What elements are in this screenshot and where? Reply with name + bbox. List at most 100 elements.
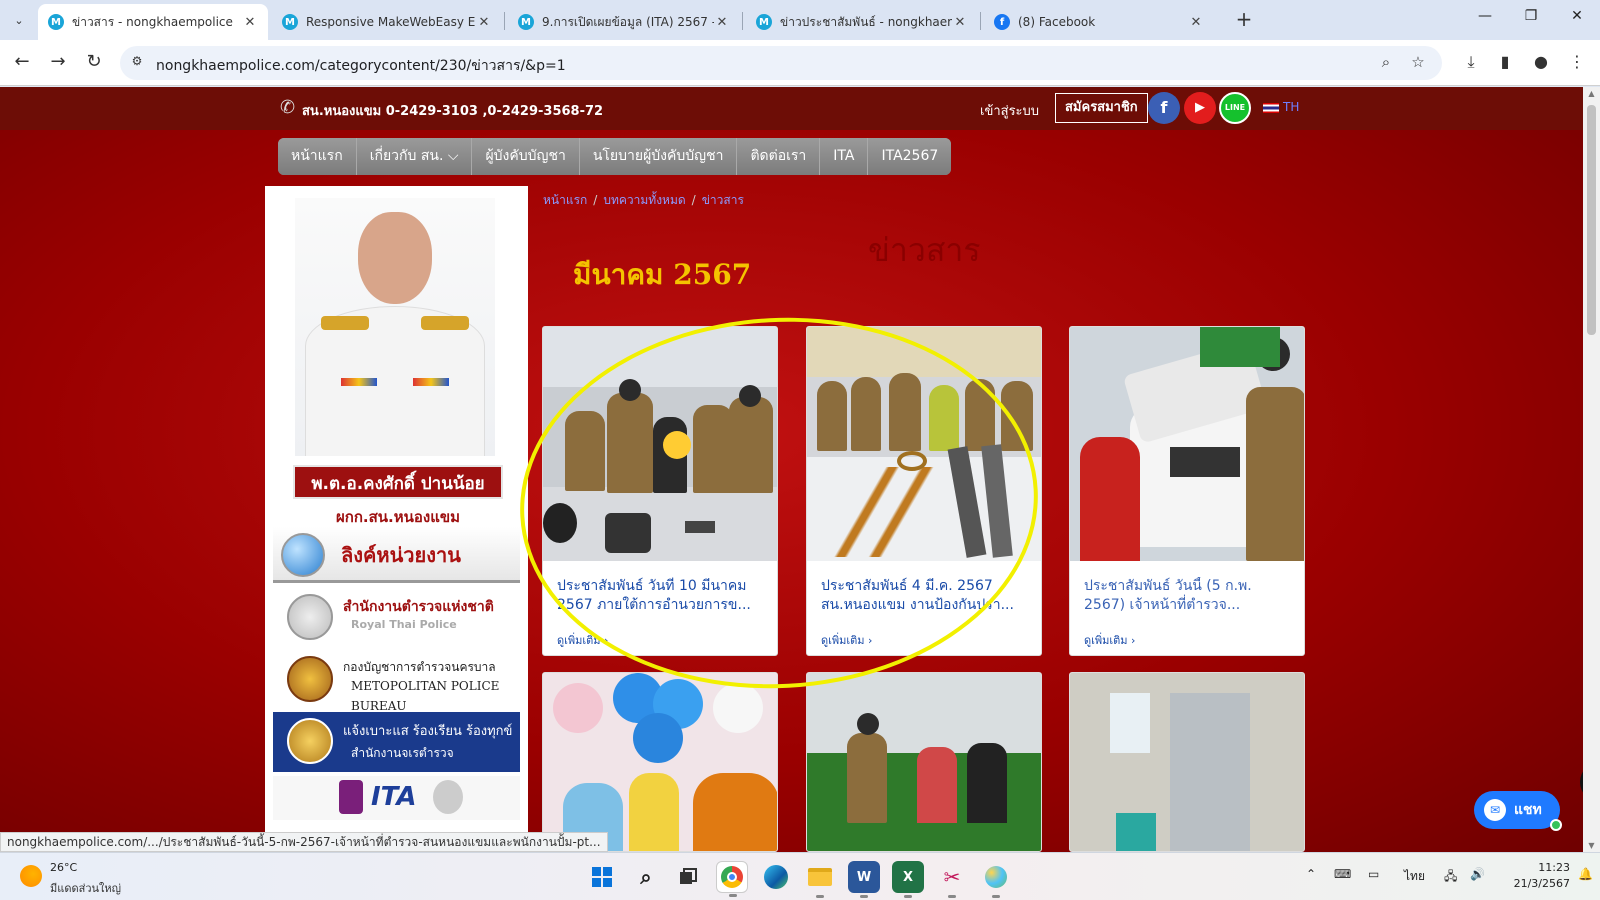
edge-icon[interactable]	[760, 861, 792, 893]
task-view-icon[interactable]	[672, 861, 704, 893]
nav-commanders[interactable]: ผู้บังคับบัญชา	[472, 138, 580, 175]
bookmark-star-icon[interactable]: ☆	[1408, 53, 1428, 73]
notification-bell-icon[interactable]: 🔔	[1578, 867, 1593, 881]
news-card-title[interactable]: ประชาสัมพันธ์ 4 มี.ค. 2567 สน.หนองแขม งา…	[821, 577, 1029, 617]
browser-tab-makewebeasy[interactable]: M Responsive MakeWebEasy Engi ✕	[272, 4, 502, 40]
close-icon[interactable]: ✕	[1188, 15, 1204, 30]
link-ita[interactable]: ITA	[273, 776, 520, 820]
browser-tab-facebook[interactable]: f (8) Facebook ✕	[984, 4, 1214, 40]
register-button[interactable]: สมัครสมาชิก	[1055, 93, 1148, 123]
file-explorer-icon[interactable]	[804, 861, 836, 898]
breadcrumb-home[interactable]: หน้าแรก	[543, 193, 587, 207]
tab-divider	[504, 12, 505, 30]
menu-kebab-icon[interactable]: ⋮	[1566, 52, 1588, 74]
restore-icon[interactable]: ❐	[1516, 8, 1546, 32]
sidebar: พ.ต.อ.คงศักดิ์ ปานน้อย ผกก.สน.หนองแขม ลิ…	[265, 186, 528, 852]
browser-tab-pr-news[interactable]: M ข่าวประชาสัมพันธ์ - nongkhaemp ✕	[746, 4, 978, 40]
download-icon[interactable]: ⤓	[1460, 52, 1482, 74]
nav-policy[interactable]: นโยบายผู้บังคับบัญชา	[579, 138, 738, 175]
nav-home[interactable]: หน้าแรก	[278, 138, 357, 175]
nav-contact[interactable]: ติดต่อเรา	[737, 138, 821, 175]
unit-subname: สำนักงานจเรตำรวจ	[351, 746, 454, 760]
weather-description[interactable]: มีแดดส่วนใหญ่	[50, 879, 121, 897]
close-icon[interactable]: ✕	[952, 15, 968, 30]
search-icon[interactable]: ⌕	[630, 861, 662, 893]
close-icon[interactable]: ✕	[476, 15, 492, 30]
phone-number: สน.หนองแขม 0-2429-3103 ,0-2429-3568-72	[302, 104, 604, 119]
read-more-link[interactable]: ดูเพิ่มเติม ›	[557, 631, 608, 649]
excel-icon[interactable]: X	[892, 861, 924, 898]
weather-temperature[interactable]: 26°C	[50, 861, 77, 874]
news-card[interactable]	[1069, 672, 1305, 852]
keyboard-icon[interactable]: ⌨	[1334, 867, 1351, 881]
chevron-up-icon[interactable]: ⌃	[1306, 867, 1316, 881]
line-icon[interactable]: LINE	[1219, 92, 1251, 124]
taskbar-clock[interactable]: 11:23 21/3/2567	[1500, 860, 1570, 892]
youtube-icon[interactable]: ▶	[1184, 92, 1216, 124]
read-more-link[interactable]: ดูเพิ่มเติม ›	[1084, 631, 1135, 649]
scroll-down-arrow-icon[interactable]: ▼	[1587, 841, 1596, 850]
paint-icon[interactable]	[980, 861, 1012, 898]
browser-tab-ita[interactable]: M 9.การเปิดเผยข้อมูล (ITA) 2567 - no ✕	[508, 4, 740, 40]
news-card-title[interactable]: ประชาสัมพันธ์ วันที่ 10 มีนาคม 2567 ภายใ…	[557, 577, 765, 617]
unit-links-banner: ลิงค์หน่วยงาน	[273, 527, 520, 583]
new-tab-button[interactable]: +	[1232, 8, 1256, 32]
login-link[interactable]: เข้าสู่ระบบ	[980, 100, 1039, 121]
reload-icon[interactable]: ↻	[82, 51, 106, 75]
minimize-icon[interactable]: —	[1470, 8, 1500, 32]
nav-about[interactable]: เกี่ยวกับ สน. ⌵	[356, 138, 473, 175]
medal-ribbon	[341, 378, 377, 386]
weather-sun-icon[interactable]	[20, 865, 42, 887]
medal-ribbon	[413, 378, 449, 386]
news-photo-greenhouse	[807, 673, 1041, 851]
forward-arrow-icon[interactable]: →	[46, 51, 70, 75]
language-switcher[interactable]: TH	[1263, 100, 1299, 114]
address-bar[interactable]: ⚙ nongkhaempolice.com/categorycontent/23…	[120, 46, 1442, 80]
network-icon[interactable]: 🖧	[1444, 867, 1457, 888]
windows-start-icon[interactable]	[586, 861, 618, 893]
input-language[interactable]: ไทย	[1404, 867, 1425, 886]
browser-tab-news[interactable]: M ข่าวสาร - nongkhaempolice ✕	[38, 4, 268, 40]
unit-name: สำนักงานตำรวจแห่งชาติ	[343, 599, 494, 615]
news-card[interactable]: ประชาสัมพันธ์ 4 มี.ค. 2567 สน.หนองแขม งา…	[806, 326, 1042, 656]
news-card[interactable]: ประชาสัมพันธ์ วันนี้ (5 ก.พ. 2567) เจ้าห…	[1069, 326, 1305, 656]
close-icon[interactable]: ✕	[714, 15, 730, 30]
page-scrollbar[interactable]: ▲ ▼	[1583, 87, 1600, 852]
news-card[interactable]: ประชาสัมพันธ์ วันที่ 10 มีนาคม 2567 ภายใ…	[542, 326, 778, 656]
commander-name: พ.ต.อ.คงศักดิ์ ปานน้อย	[293, 465, 503, 499]
side-panel-icon[interactable]: ▮	[1494, 52, 1516, 74]
main-navigation: หน้าแรก เกี่ยวกับ สน. ⌵ ผู้บังคับบัญชา น…	[278, 138, 952, 175]
breadcrumb-news[interactable]: ข่าวสาร	[702, 193, 744, 207]
back-arrow-icon[interactable]: ←	[10, 51, 34, 75]
display-icon[interactable]: ▭	[1368, 867, 1379, 881]
link-metropolitan-police[interactable]: กองบัญชาการตำรวจนครบาล METOPOLITAN POLIC…	[273, 650, 520, 713]
browser-toolbar: ← → ↻ ⚙ nongkhaempolice.com/categorycont…	[0, 40, 1600, 86]
breadcrumb-all-articles[interactable]: บทความทั้งหมด	[603, 193, 685, 207]
tab-title: 9.การเปิดเผยข้อมูล (ITA) 2567 - no	[542, 14, 714, 29]
url-text[interactable]: nongkhaempolice.com/categorycontent/230/…	[156, 55, 566, 77]
read-more-link[interactable]: ดูเพิ่มเติม ›	[821, 631, 872, 649]
site-info-icon[interactable]: ⚙	[128, 54, 146, 72]
nav-ita[interactable]: ITA	[820, 138, 869, 175]
profile-avatar-icon[interactable]: ●	[1530, 52, 1552, 74]
link-royal-thai-police[interactable]: สำนักงานตำรวจแห่งชาติ Royal Thai Police	[273, 588, 520, 648]
scrollbar-thumb[interactable]	[1587, 105, 1596, 335]
link-complaint-inspector[interactable]: แจ้งเบาะแส ร้องเรียน ร้องทุกข์ สำนักงานจ…	[273, 712, 520, 772]
word-icon[interactable]: W	[848, 861, 880, 898]
news-card[interactable]	[542, 672, 778, 852]
nav-ita2567[interactable]: ITA2567	[868, 138, 952, 175]
month-title: มีนาคม 2567	[573, 258, 752, 291]
snipping-tool-icon[interactable]: ✂	[936, 861, 968, 898]
window-close-icon[interactable]: ✕	[1562, 8, 1592, 32]
news-card[interactable]	[806, 672, 1042, 852]
chrome-icon[interactable]	[716, 861, 748, 897]
zoom-icon[interactable]: ⌕	[1376, 53, 1396, 73]
makewebeasy-favicon-icon: M	[48, 14, 64, 30]
tab-search-button[interactable]: ⌄	[8, 9, 30, 31]
facebook-icon[interactable]: f	[1148, 92, 1180, 124]
close-icon[interactable]: ✕	[242, 15, 258, 30]
chat-button[interactable]: ✉ แชท	[1474, 791, 1562, 831]
scroll-up-arrow-icon[interactable]: ▲	[1587, 89, 1596, 98]
news-card-title[interactable]: ประชาสัมพันธ์ วันนี้ (5 ก.พ. 2567) เจ้าห…	[1084, 577, 1292, 617]
volume-icon[interactable]: 🔊	[1470, 867, 1485, 881]
